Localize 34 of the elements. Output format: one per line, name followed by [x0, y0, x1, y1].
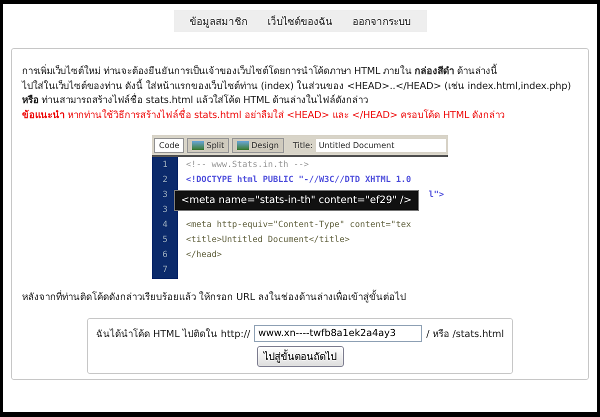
instruction-text: หลังจากที่ท่านติดโค้ดดังกล่าวเรียบร้อยแล้ว ให้กรอก URL ลงในช่องด้านล่างเพื่อเข้าสู่ขั้นต่อไป — [22, 289, 588, 304]
url-label: ฉันได้นำโค้ด HTML ไปติดใน http:// — [96, 327, 250, 341]
line-number: 1 — [161, 160, 169, 170]
code-line: <!-- www.Stats.in.th --> — [186, 160, 309, 170]
line-number: 3 — [161, 204, 169, 214]
code-line: l"> — [428, 190, 444, 200]
next-step-button[interactable]: ไปสู่ขั้นตอนถัดไป — [256, 346, 344, 367]
meta-tag-code: <meta name="stats-in-th" content="ef29" /> — [174, 190, 419, 211]
nav-link[interactable]: ข้อมูลสมาชิก — [180, 14, 258, 28]
url-suffix: / หรือ /stats.html — [426, 328, 504, 341]
warning-text: ข้อแนะนำ หากท่านใช้วิธีการสร้างไฟล์ชื่อ stats.html อย่าลืมใส่ <HEAD> และ </HEAD> ครอบโค้ด HTML ดังกล่าว — [22, 108, 506, 122]
code-line: <meta http-equiv="Content-Type" content="tex — [186, 220, 412, 230]
title-field[interactable]: Untitled Document — [316, 138, 446, 152]
line-number: 2 — [161, 174, 169, 184]
code-line: <title>Untitled Document</title> — [186, 234, 350, 244]
code-line: </head> — [186, 250, 222, 260]
url-input[interactable]: www.xn----twfb8a1ek2a4ay3 — [254, 325, 422, 342]
line-number: 4 — [161, 220, 169, 230]
instruction-text: การเพิ่มเว็บไซต์ใหม่ ท่านจะต้องยืนยันการเป็นเจ้าของเว็บไซต์โดยการนำโค้ดภาษา HTML ภายใน กล่องสีดำ ด้านล่างนี้ — [22, 65, 588, 80]
line-number: 6 — [161, 250, 169, 260]
line-number: 7 — [161, 264, 169, 274]
code-line: <!DOCTYPE html PUBLIC "-//W3C//DTD XHTML 1.0 — [186, 174, 412, 184]
line-number: 5 — [161, 234, 169, 244]
instruction-text: หรือ ท่านสามารถสร้างไฟล์ชื่อ stats.html แล้วใส่โค้ด HTML ด้านล่างในไฟล์ดังกล่าว — [22, 94, 369, 108]
view-tab[interactable]: Code — [154, 138, 184, 152]
instruction-text: ไปใส่ในเว็บไซต์ของท่าน ดังนี้ ใส่หน้าแรกของเว็บไซต์ท่าน (index) ในส่วนของ <HEAD>..</HEAD> (เช่น index.html,index.php) — [22, 80, 572, 93]
view-icon — [237, 140, 250, 150]
nav-link[interactable]: เว็บไซต์ของฉัน — [258, 14, 342, 28]
view-tab[interactable]: Design — [232, 138, 284, 152]
line-number: 3 — [161, 190, 169, 200]
nav-link[interactable]: ออกจากระบบ — [342, 14, 420, 28]
view-tab[interactable]: Split — [187, 138, 230, 152]
title-label: Title: — [292, 140, 313, 150]
view-icon — [192, 140, 204, 150]
